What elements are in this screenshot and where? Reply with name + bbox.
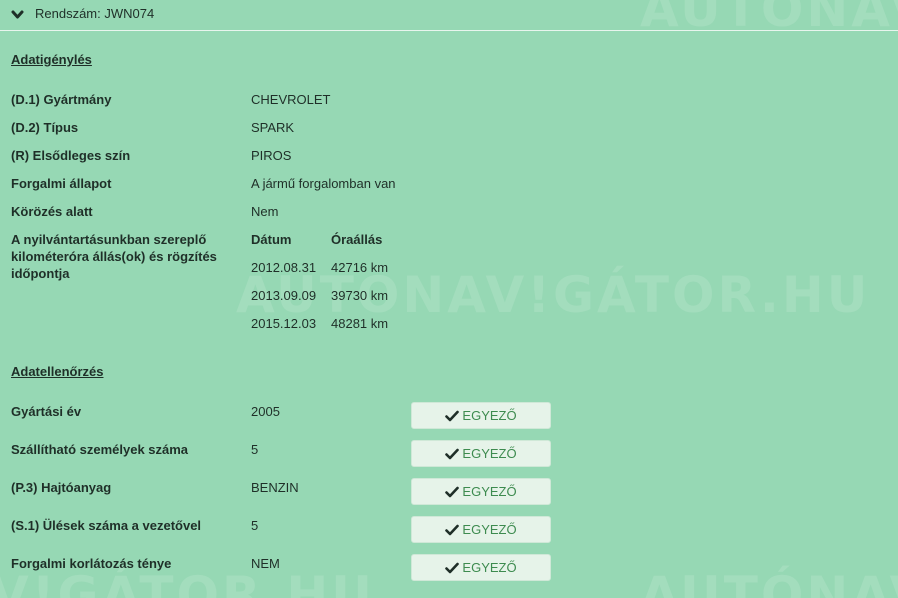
match-badge-label: EGYEZŐ — [462, 408, 517, 423]
match-badge-szemelyek-szama[interactable]: EGYEZŐ — [411, 440, 551, 467]
match-badge-hajtoanyag[interactable]: EGYEZŐ — [411, 478, 551, 505]
label-korozes: Körözés alatt — [11, 204, 93, 219]
label-hajtoanyag: (P.3) Hajtóanyag — [11, 480, 112, 495]
section-title-adatellenorzes: Adatellenőrzés — [11, 364, 104, 379]
value-szin: PIROS — [251, 148, 292, 163]
match-badge-ulesek-szama[interactable]: EGYEZŐ — [411, 516, 551, 543]
label-forgalmi-korlatozas: Forgalmi korlátozás ténye — [11, 556, 172, 571]
check-icon — [445, 486, 460, 497]
label-gyartmany: (D.1) Gyártmány — [11, 92, 112, 107]
page: AUTÓNAV!GÁ AUTÓNAV!GÁTOR.HU V!GÁTOR.HU A… — [0, 0, 898, 598]
check-icon — [445, 448, 460, 459]
odometer-reading: 42716 km — [331, 260, 389, 275]
label-forgalmi-allapot: Forgalmi állapot — [11, 176, 112, 191]
odometer-col-reading: Óraállás — [331, 232, 383, 247]
odometer-reading: 48281 km — [331, 316, 389, 331]
value-hajtoanyag: BENZIN — [251, 480, 299, 495]
value-korozes: Nem — [251, 204, 279, 219]
section-title-adatigenyles: Adatigénylés — [11, 52, 92, 67]
label-tipus: (D.2) Típus — [11, 120, 79, 135]
chevron-down-icon[interactable] — [11, 9, 24, 21]
label-ulesek-szama: (S.1) Ülések száma a vezetővel — [11, 518, 202, 533]
odometer-date: 2012.08.31 — [251, 260, 317, 275]
match-badge-label: EGYEZŐ — [462, 522, 517, 537]
label-gyartasi-ev: Gyártási év — [11, 404, 82, 419]
value-gyartmany: CHEVROLET — [251, 92, 331, 107]
match-badge-label: EGYEZŐ — [462, 560, 517, 575]
odometer-reading: 39730 km — [331, 288, 389, 303]
match-badge-label: EGYEZŐ — [462, 446, 517, 461]
match-badge-label: EGYEZŐ — [462, 484, 517, 499]
odometer-date: 2015.12.03 — [251, 316, 317, 331]
match-badge-forgalmi-korlatozas[interactable]: EGYEZŐ — [411, 554, 551, 581]
check-icon — [445, 410, 460, 421]
value-forgalmi-allapot: A jármű forgalomban van — [251, 176, 396, 191]
odometer-date: 2013.09.09 — [251, 288, 317, 303]
watermark-bottom-right: AUTÓNAV!G — [640, 566, 898, 598]
match-badge-gyartasi-ev[interactable]: EGYEZŐ — [411, 402, 551, 429]
check-icon — [445, 524, 460, 535]
value-szemelyek-szama: 5 — [251, 442, 259, 457]
value-forgalmi-korlatozas: NEM — [251, 556, 280, 571]
label-szin: (R) Elsődleges szín — [11, 148, 131, 163]
value-ulesek-szama: 5 — [251, 518, 259, 533]
plate-header[interactable]: Rendszám: JWN074 — [0, 0, 898, 31]
plate-number-label: Rendszám: JWN074 — [35, 6, 155, 21]
odometer-col-date: Dátum — [251, 232, 292, 247]
value-tipus: SPARK — [251, 120, 295, 135]
check-icon — [445, 562, 460, 573]
label-szemelyek-szama: Szállítható személyek száma — [11, 442, 189, 457]
label-odometer: A nyilvántartásunkban szereplő kilométer… — [11, 232, 217, 281]
value-gyartasi-ev: 2005 — [251, 404, 280, 419]
